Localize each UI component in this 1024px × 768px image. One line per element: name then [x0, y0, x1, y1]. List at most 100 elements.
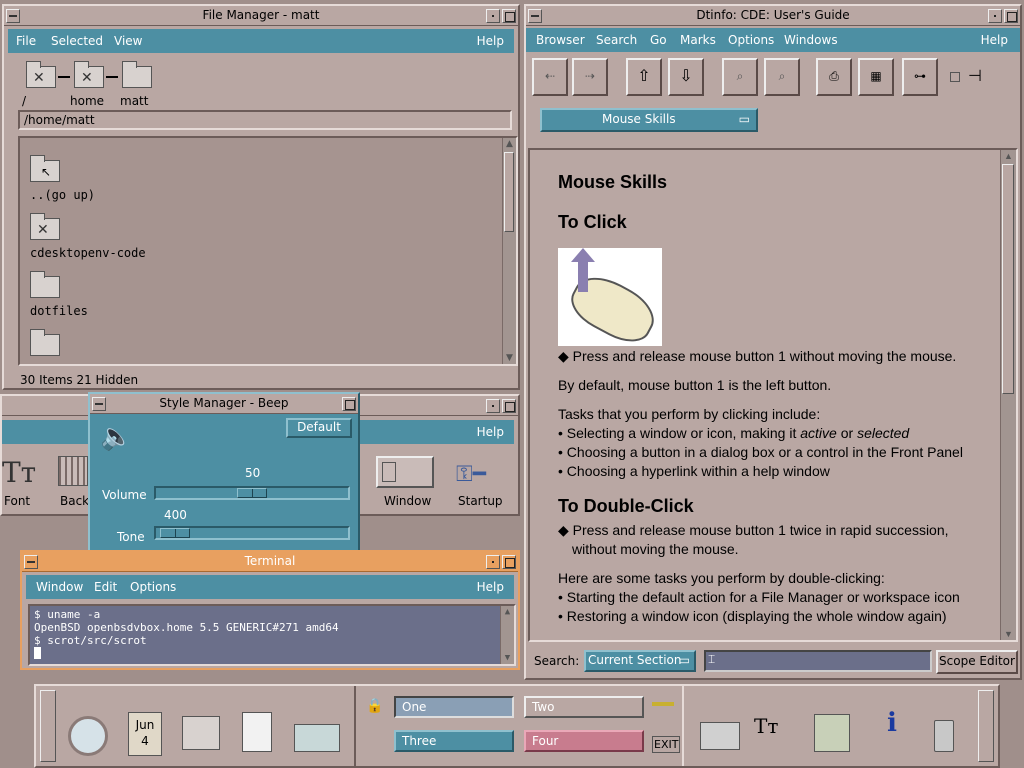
- history-back-icon[interactable]: ⇠: [532, 58, 568, 96]
- path-field[interactable]: /home/matt: [18, 110, 512, 130]
- history-forward-icon[interactable]: ⇢: [572, 58, 608, 96]
- menu-search[interactable]: Search: [596, 33, 637, 47]
- file-manager-window[interactable]: File Manager - matt File Selected View H…: [2, 4, 520, 390]
- menu-help[interactable]: Help: [477, 580, 504, 594]
- section-selector[interactable]: Mouse Skills ▭: [540, 108, 758, 132]
- root-folder-icon[interactable]: ✕: [26, 61, 56, 88]
- terminal-window[interactable]: Terminal Window Edit Options Help $ unam…: [20, 550, 520, 670]
- file-item-dotfiles[interactable]: dotfiles: [30, 304, 88, 318]
- front-panel-handle-right[interactable]: [978, 690, 994, 762]
- maximize-button[interactable]: [502, 399, 516, 413]
- search-next-icon[interactable]: ⌕: [764, 58, 800, 96]
- matt-folder-icon[interactable]: [122, 61, 152, 88]
- menu-help[interactable]: Help: [477, 425, 504, 439]
- trash-icon[interactable]: [934, 720, 954, 752]
- menu-help[interactable]: Help: [477, 34, 504, 48]
- search-scope-dropdown[interactable]: Current Section ▭: [584, 650, 696, 672]
- tree-icon[interactable]: ⊶: [902, 58, 938, 96]
- style-manager-icon[interactable]: Tт: [754, 714, 778, 738]
- terminal-scrollbar[interactable]: ▲ ▼: [500, 606, 514, 664]
- next-topic-icon[interactable]: ⇩: [668, 58, 704, 96]
- maximize-button[interactable]: [1004, 9, 1018, 23]
- terminal-output[interactable]: $ uname -a OpenBSD openbsdvbox.home 5.5 …: [28, 604, 516, 666]
- minimize-button[interactable]: [486, 399, 500, 413]
- minimize-button[interactable]: [988, 9, 1002, 23]
- window-menu-button[interactable]: [92, 397, 106, 411]
- terminal-cursor: [34, 647, 41, 659]
- menu-edit[interactable]: Edit: [94, 580, 117, 594]
- print-icon[interactable]: ⎙: [816, 58, 852, 96]
- menu-options[interactable]: Options: [130, 580, 176, 594]
- printer-icon[interactable]: [700, 722, 740, 750]
- toolbar: ⇠ ⇢ ⇧ ⇩ ⌕ ⌕ ⎙ ▦ ⊶ ⊣: [526, 54, 1020, 106]
- terminal-titlebar[interactable]: Terminal: [22, 552, 518, 572]
- dtinfo-titlebar[interactable]: Dtinfo: CDE: User's Guide: [526, 6, 1020, 26]
- window-menu-button[interactable]: [6, 9, 20, 23]
- file-item-cdesktopenv[interactable]: cdesktopenv-code: [30, 246, 146, 260]
- window-style-icon[interactable]: [376, 456, 434, 488]
- menu-view[interactable]: View: [114, 34, 142, 48]
- calendar-icon[interactable]: Jun 4: [128, 712, 162, 756]
- help-scrollbar[interactable]: ▲ ▼: [1000, 150, 1016, 640]
- clock-icon[interactable]: [68, 716, 108, 756]
- search-previous-icon[interactable]: ⌕: [722, 58, 758, 96]
- workspace-three-button[interactable]: Three: [394, 730, 514, 752]
- home-folder-icon[interactable]: ✕: [74, 61, 104, 88]
- text-editor-icon[interactable]: [242, 712, 272, 752]
- font-icon[interactable]: Tт: [2, 456, 36, 489]
- menu-options[interactable]: Options: [728, 33, 774, 47]
- file-manager-titlebar[interactable]: File Manager - matt: [4, 6, 518, 26]
- folder-icon[interactable]: [30, 329, 60, 356]
- scope-editor-button[interactable]: Scope Editor: [936, 650, 1018, 674]
- beep-titlebar[interactable]: Style Manager - Beep: [90, 394, 358, 414]
- close-button[interactable]: [342, 397, 356, 411]
- exit-button[interactable]: EXIT: [652, 736, 681, 753]
- tone-slider-thumb[interactable]: [160, 528, 190, 538]
- pin-checkbox[interactable]: [950, 72, 960, 82]
- application-manager-icon[interactable]: [814, 714, 850, 752]
- maximize-button[interactable]: [502, 555, 516, 569]
- volume-slider[interactable]: [154, 486, 350, 500]
- help-info-icon[interactable]: ℹ: [872, 708, 912, 752]
- backdrop-icon[interactable]: [58, 456, 88, 486]
- window-menu-button[interactable]: [528, 9, 542, 23]
- workspace-two-button[interactable]: Two: [524, 696, 644, 718]
- menu-help[interactable]: Help: [981, 33, 1008, 47]
- dtinfo-window[interactable]: Dtinfo: CDE: User's Guide Browser Search…: [524, 4, 1022, 680]
- volume-slider-thumb[interactable]: [237, 488, 267, 498]
- front-panel[interactable]: Jun 4 🔒 One Two Three Four EXIT Tт ℹ: [34, 684, 1000, 768]
- minimize-button[interactable]: [486, 9, 500, 23]
- menu-file[interactable]: File: [16, 34, 36, 48]
- help-content[interactable]: Mouse Skills To Click ◆ Press and releas…: [528, 148, 1018, 642]
- workspace-one-button[interactable]: One: [394, 696, 514, 718]
- path-text: /home/matt: [24, 113, 95, 127]
- previous-topic-icon[interactable]: ⇧: [626, 58, 662, 96]
- maximize-button[interactable]: [502, 9, 516, 23]
- go-up-folder-icon[interactable]: ↖: [30, 155, 60, 182]
- file-manager-icon[interactable]: [182, 716, 220, 750]
- page-title: Mouse Skills: [558, 172, 668, 192]
- search-input[interactable]: ⌶: [704, 650, 932, 672]
- front-panel-handle-left[interactable]: [40, 690, 56, 762]
- menu-window[interactable]: Window: [36, 580, 83, 594]
- startup-key-icon[interactable]: ⚿━: [456, 462, 486, 487]
- minimize-button[interactable]: [486, 555, 500, 569]
- code-folder-icon[interactable]: ✕: [30, 213, 60, 240]
- file-list[interactable]: ↖ ..(go up) ✕ cdesktopenv-code dotfiles …: [18, 136, 518, 366]
- graphics-icon[interactable]: ▦: [858, 58, 894, 96]
- file-item-go-up[interactable]: ..(go up): [30, 188, 95, 202]
- file-list-scrollbar[interactable]: ▲ ▼: [502, 138, 516, 364]
- menu-go[interactable]: Go: [650, 33, 667, 47]
- menu-windows[interactable]: Windows: [784, 33, 838, 47]
- beep-window[interactable]: Style Manager - Beep 🔈 Default 50 Volume…: [88, 392, 360, 552]
- menu-browser[interactable]: Browser: [536, 33, 585, 47]
- mailer-icon[interactable]: [294, 724, 340, 752]
- window-menu-button[interactable]: [24, 555, 38, 569]
- menu-marks[interactable]: Marks: [680, 33, 716, 47]
- default-button[interactable]: Default: [286, 418, 352, 438]
- workspace-four-button[interactable]: Four: [524, 730, 644, 752]
- tone-slider[interactable]: [154, 526, 350, 540]
- menu-selected[interactable]: Selected: [51, 34, 103, 48]
- lock-icon[interactable]: 🔒: [366, 698, 383, 714]
- dotfiles-folder-icon[interactable]: [30, 271, 60, 298]
